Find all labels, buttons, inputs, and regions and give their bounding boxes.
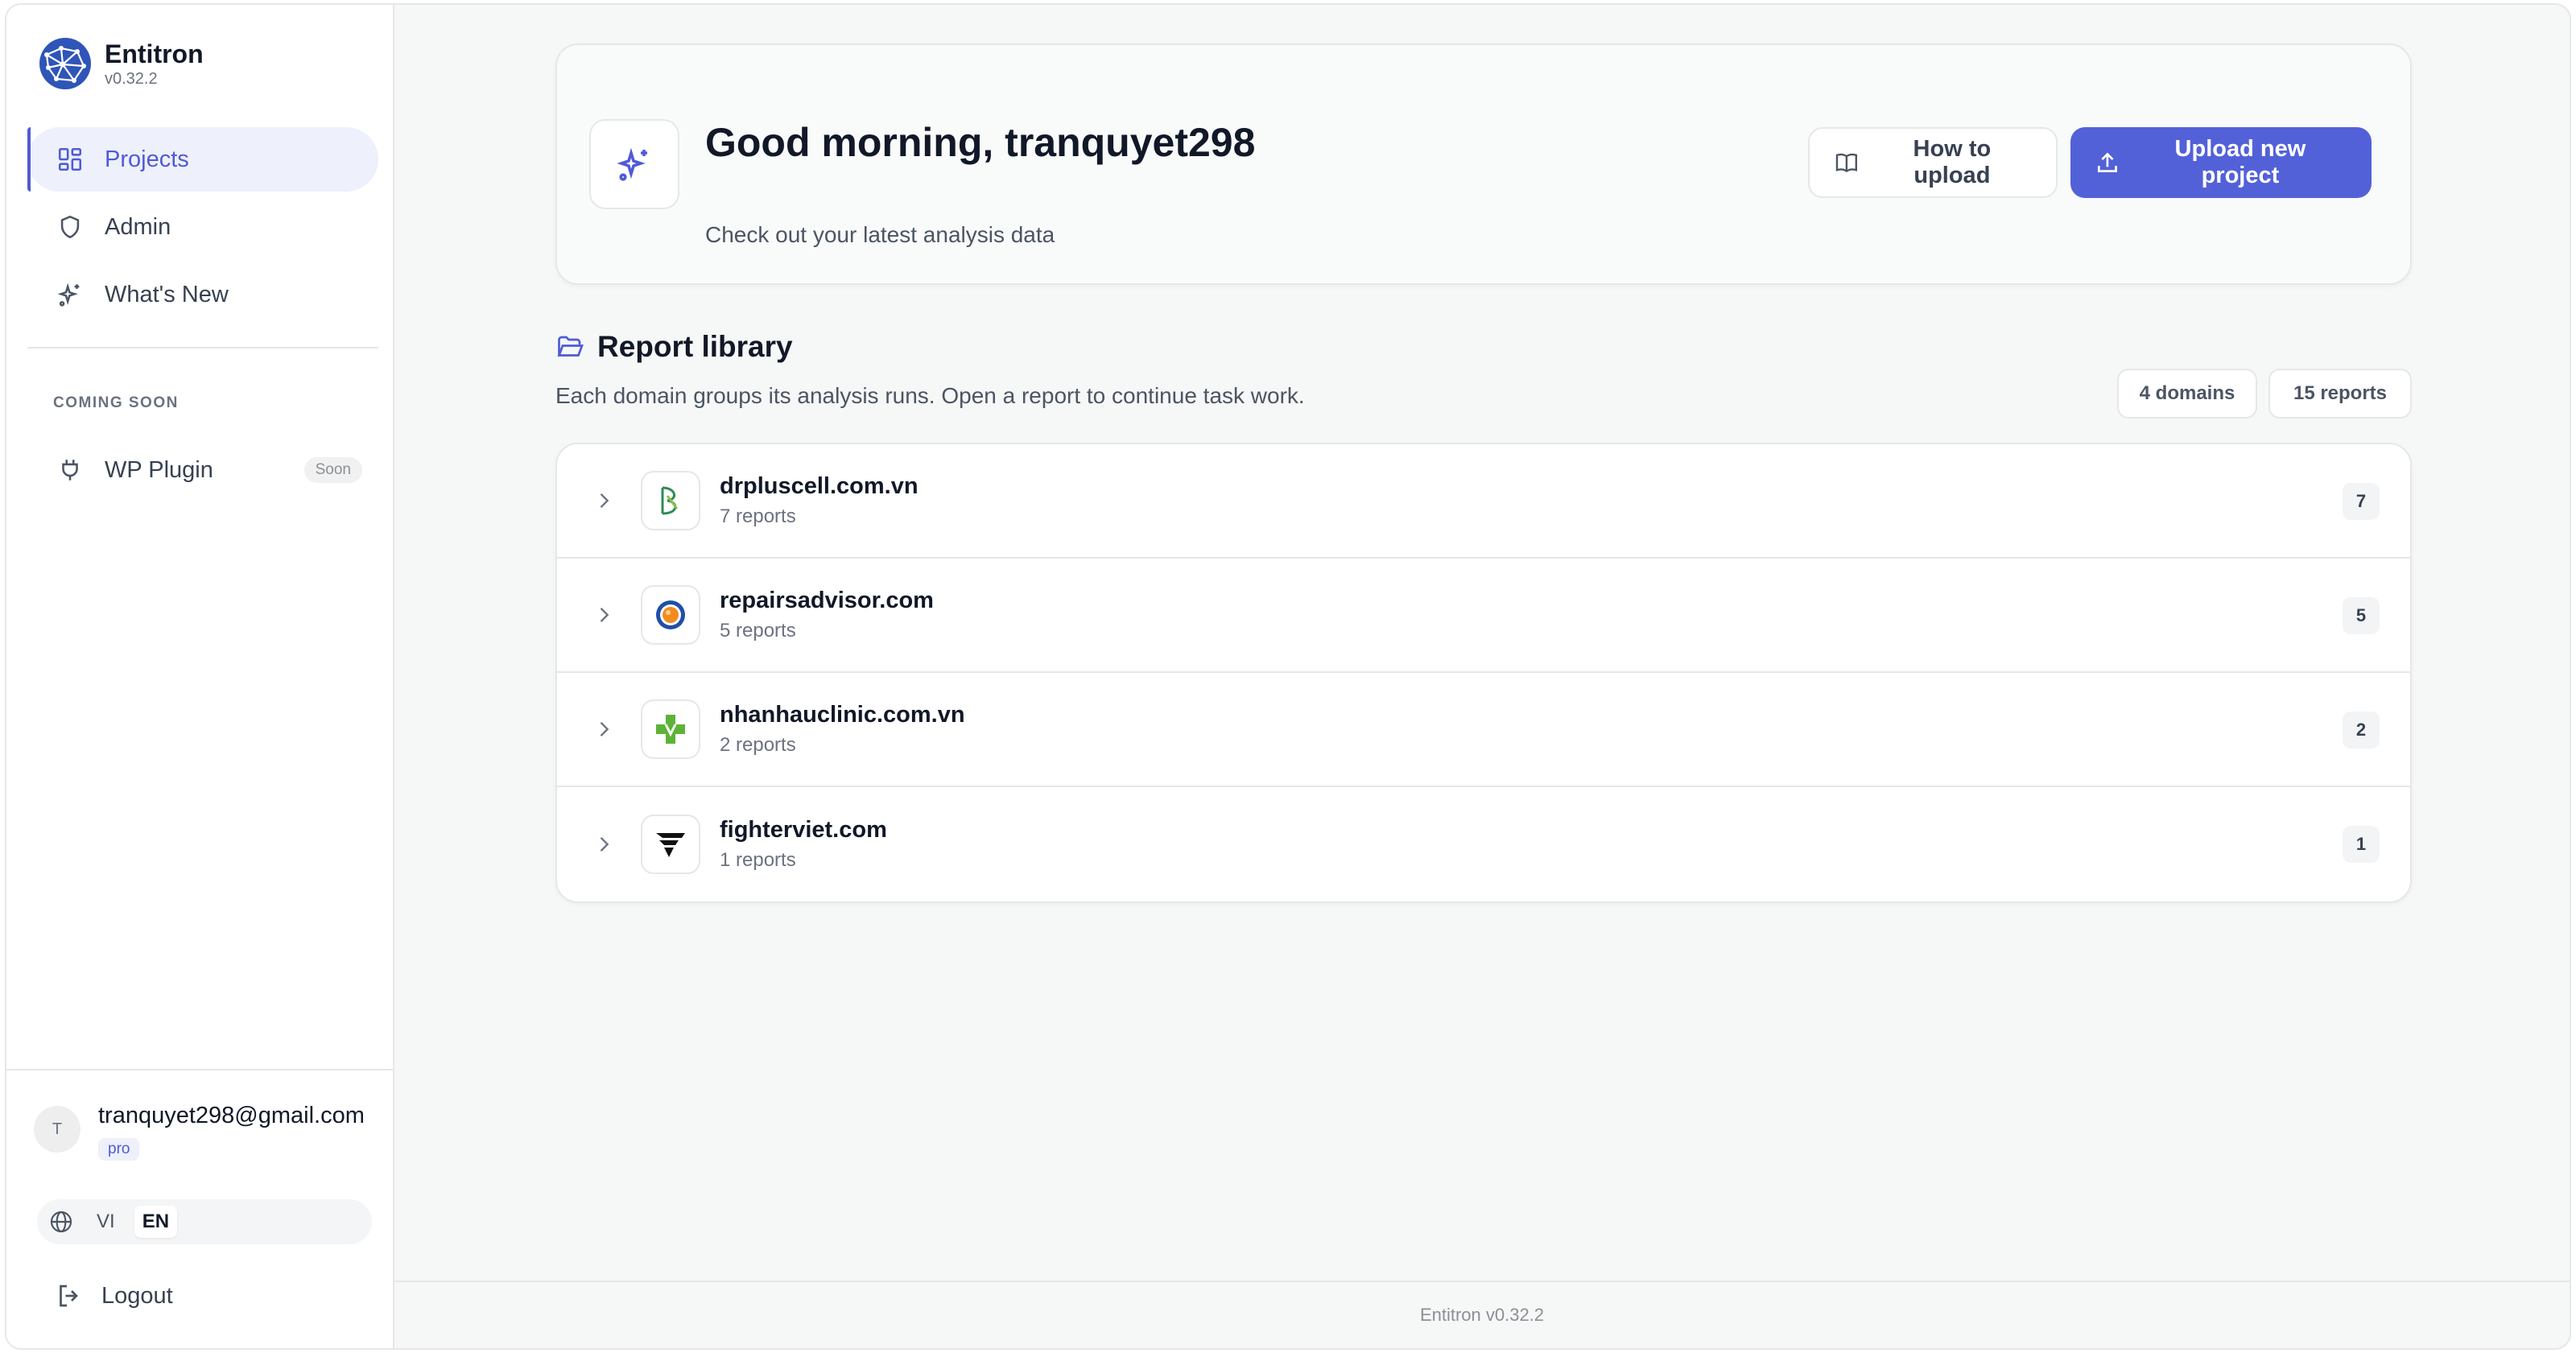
main-nav: Projects Admin What's New (27, 127, 378, 330)
favicon (641, 585, 700, 645)
logout-icon (60, 1285, 78, 1307)
shield-icon (60, 215, 80, 239)
how-to-upload-button[interactable]: How to upload (1808, 127, 2058, 198)
main-content: Good morning, tranquyet298 Check out you… (394, 5, 2570, 1348)
domain-name[interactable]: repairsadvisor.com (720, 586, 934, 615)
domain-row[interactable]: fighterviet.com 1 reports 1 (557, 787, 2410, 901)
logo-icon (39, 38, 91, 89)
logout-button[interactable]: Logout (55, 1281, 173, 1310)
nav-item-label: Projects (105, 146, 189, 172)
library-title: Report library (597, 330, 793, 363)
upload-project-label: Upload new project (2174, 136, 2306, 188)
folder-open-icon (557, 336, 584, 357)
domain-row[interactable]: repairsadvisor.com 5 reports 5 (557, 559, 2410, 673)
nav-item-label: What's New (105, 281, 229, 307)
nav-item-admin[interactable]: Admin (27, 195, 378, 259)
page-footer: Entitron v0.32.2 (394, 1281, 2570, 1348)
favicon (641, 699, 700, 759)
footer-version: Entitron v0.32.2 (1419, 1305, 1545, 1325)
domain-report-count: 2 reports (720, 734, 796, 756)
app-window: Entitron v0.32.2 Projects Admin What's N… (5, 3, 2571, 1350)
soon-badge: Soon (303, 457, 362, 483)
user-email: tranquyet298@gmail.com (98, 1103, 365, 1128)
welcome-card: Good morning, tranquyet298 Check out you… (555, 43, 2412, 285)
domain-row[interactable]: drpluscell.com.vn 7 reports 7 (557, 444, 2410, 559)
sparkles-icon (57, 283, 80, 307)
report-count-badge: 5 (2343, 597, 2380, 634)
chevron-right-icon[interactable] (592, 489, 615, 512)
logout-label: Logout (101, 1282, 173, 1309)
sidebar-divider (27, 347, 378, 349)
domains-count-badge: 4 domains (2117, 369, 2257, 419)
domain-name[interactable]: nhanhauclinic.com.vn (720, 700, 965, 729)
avatar: T (34, 1106, 80, 1153)
brand[interactable]: Entitron v0.32.2 (39, 37, 204, 90)
chevron-right-icon[interactable] (592, 604, 615, 626)
user-profile[interactable]: T tranquyet298@gmail.com pro (34, 1101, 372, 1161)
favicon (641, 471, 700, 530)
domain-report-count: 7 reports (720, 505, 796, 527)
welcome-icon-box (589, 119, 679, 209)
nav-item-wp-plugin[interactable]: WP Plugin Soon (56, 446, 362, 494)
library-description: Each domain groups its analysis runs. Op… (555, 383, 1305, 408)
lang-option-en[interactable]: EN (134, 1206, 178, 1238)
app-name: Entitron (105, 39, 204, 68)
drpluscell-logo-icon (661, 486, 679, 515)
nav-item-whats-new[interactable]: What's New (27, 262, 378, 327)
grid-icon (58, 147, 82, 171)
favicon (641, 815, 700, 874)
repairsadvisor-logo-icon (656, 600, 685, 629)
domain-list: drpluscell.com.vn 7 reports 7 repairsadv… (555, 443, 2412, 903)
plug-icon (62, 460, 78, 481)
page-subtitle: Check out your latest analysis data (705, 222, 1055, 247)
sidebar: Entitron v0.32.2 Projects Admin What's N… (6, 5, 394, 1348)
book-icon (1835, 153, 1857, 173)
upload-project-button[interactable]: Upload new project (2070, 127, 2372, 198)
nav-item-projects[interactable]: Projects (27, 127, 378, 192)
domain-report-count: 5 reports (720, 620, 796, 641)
reports-count-badge: 15 reports (2268, 369, 2412, 419)
chevron-right-icon[interactable] (592, 718, 615, 740)
coming-soon-label: COMING SOON (53, 394, 179, 411)
report-count-badge: 7 (2343, 483, 2380, 520)
fighterviet-logo-icon (656, 833, 685, 857)
library-header: Report library (555, 330, 793, 364)
domain-name[interactable]: fighterviet.com (720, 815, 887, 844)
report-count-badge: 1 (2343, 826, 2380, 863)
report-count-badge: 2 (2343, 712, 2380, 749)
app-version: v0.32.2 (105, 70, 158, 88)
page-title: Good morning, tranquyet298 (705, 120, 1256, 165)
language-switcher: VI EN (37, 1199, 372, 1244)
globe-icon (50, 1211, 72, 1233)
nhanhauclinic-logo-icon (656, 715, 685, 744)
how-to-upload-label: How to upload (1913, 136, 1992, 188)
sparkles-icon (617, 147, 647, 181)
domain-name[interactable]: drpluscell.com.vn (720, 472, 919, 501)
chevron-right-icon[interactable] (592, 833, 615, 856)
lang-option-vi[interactable]: VI (89, 1206, 123, 1238)
plugin-label: WP Plugin (105, 456, 213, 483)
domain-report-count: 1 reports (720, 849, 796, 871)
sidebar-footer: T tranquyet298@gmail.com pro VI EN Logou… (6, 1069, 393, 1348)
upload-icon (2097, 152, 2117, 172)
plan-badge: pro (98, 1138, 140, 1161)
nav-item-label: Admin (105, 213, 171, 240)
domain-row[interactable]: nhanhauclinic.com.vn 2 reports 2 (557, 673, 2410, 787)
